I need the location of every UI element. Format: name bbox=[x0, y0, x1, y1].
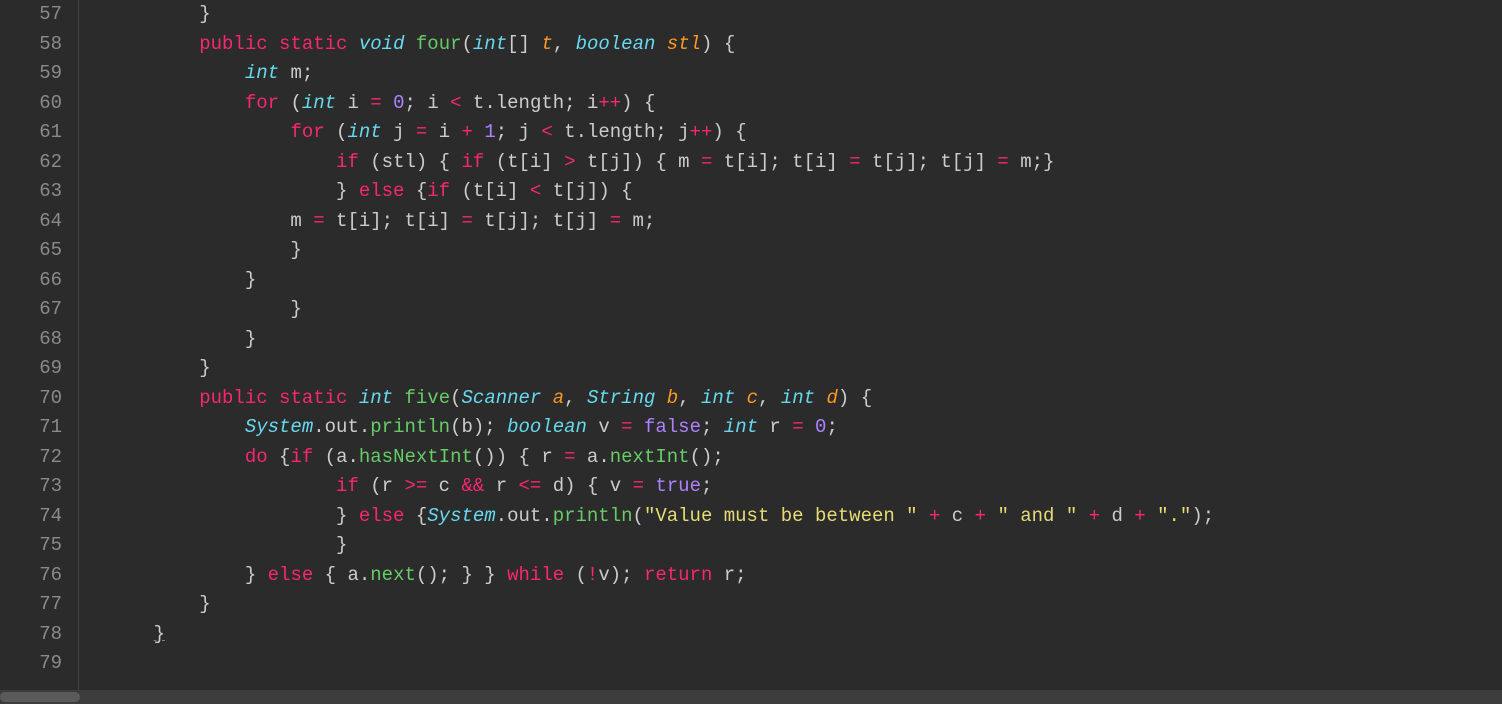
line-number: 78 bbox=[0, 620, 62, 650]
code-line[interactable]: } else {if (t[i] < t[j]) { bbox=[108, 177, 1502, 207]
code-line[interactable]: System.out.println(b); boolean v = false… bbox=[108, 413, 1502, 443]
code-line[interactable]: } else { a.next(); } } while (!v); retur… bbox=[108, 561, 1502, 591]
line-number: 63 bbox=[0, 177, 62, 207]
line-number: 57 bbox=[0, 0, 62, 30]
line-number-gutter: 5758596061626364656667686970717273747576… bbox=[0, 0, 78, 704]
code-line[interactable]: } bbox=[108, 325, 1502, 355]
code-editor[interactable]: 5758596061626364656667686970717273747576… bbox=[0, 0, 1502, 704]
code-line[interactable]: if (r >= c && r <= d) { v = true; bbox=[108, 472, 1502, 502]
line-number: 64 bbox=[0, 207, 62, 237]
code-line[interactable] bbox=[108, 649, 1502, 679]
code-line[interactable]: int m; bbox=[108, 59, 1502, 89]
code-line[interactable]: public static int five(Scanner a, String… bbox=[108, 384, 1502, 414]
line-number: 73 bbox=[0, 472, 62, 502]
line-number: 66 bbox=[0, 266, 62, 296]
line-number: 65 bbox=[0, 236, 62, 266]
horizontal-scrollbar-track[interactable] bbox=[0, 690, 1502, 704]
code-line[interactable]: } bbox=[108, 531, 1502, 561]
code-line[interactable]: if (stl) { if (t[i] > t[j]) { m = t[i]; … bbox=[108, 148, 1502, 178]
code-line[interactable]: } bbox=[108, 620, 1502, 650]
code-line[interactable]: for (int i = 0; i < t.length; i++) { bbox=[108, 89, 1502, 119]
line-number: 59 bbox=[0, 59, 62, 89]
code-line[interactable]: } bbox=[108, 295, 1502, 325]
line-number: 69 bbox=[0, 354, 62, 384]
line-number: 71 bbox=[0, 413, 62, 443]
line-number: 77 bbox=[0, 590, 62, 620]
code-line[interactable]: } bbox=[108, 590, 1502, 620]
code-area[interactable]: } public static void four(int[] t, boole… bbox=[108, 0, 1502, 704]
code-line[interactable]: } bbox=[108, 354, 1502, 384]
line-number: 58 bbox=[0, 30, 62, 60]
code-line[interactable]: do {if (a.hasNextInt()) { r = a.nextInt(… bbox=[108, 443, 1502, 473]
line-number: 67 bbox=[0, 295, 62, 325]
code-line[interactable]: m = t[i]; t[i] = t[j]; t[j] = m; bbox=[108, 207, 1502, 237]
line-number: 72 bbox=[0, 443, 62, 473]
code-line[interactable]: } else {System.out.println("Value must b… bbox=[108, 502, 1502, 532]
code-line[interactable]: } bbox=[108, 236, 1502, 266]
line-number: 79 bbox=[0, 649, 62, 679]
gutter-divider bbox=[78, 0, 108, 704]
line-number: 74 bbox=[0, 502, 62, 532]
line-number: 68 bbox=[0, 325, 62, 355]
line-number: 61 bbox=[0, 118, 62, 148]
code-line[interactable]: for (int j = i + 1; j < t.length; j++) { bbox=[108, 118, 1502, 148]
line-number: 76 bbox=[0, 561, 62, 591]
line-number: 62 bbox=[0, 148, 62, 178]
code-line[interactable]: } bbox=[108, 266, 1502, 296]
line-number: 70 bbox=[0, 384, 62, 414]
code-line[interactable]: } bbox=[108, 0, 1502, 30]
line-number: 75 bbox=[0, 531, 62, 561]
code-line[interactable]: public static void four(int[] t, boolean… bbox=[108, 30, 1502, 60]
line-number: 60 bbox=[0, 89, 62, 119]
horizontal-scrollbar-thumb[interactable] bbox=[0, 692, 80, 702]
